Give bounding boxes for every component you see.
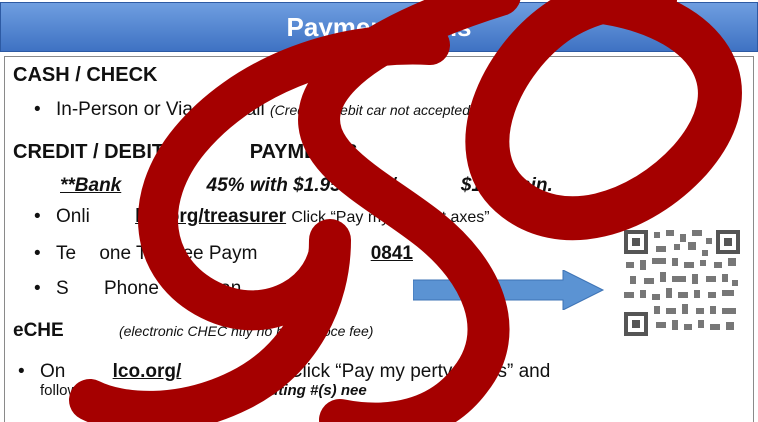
credit-debit-heading-lead: CREDIT / DEBIT bbox=[13, 141, 165, 163]
echeck-online-item: • On lco.org/ rer - Click “Pay my perty T… bbox=[18, 361, 550, 383]
bullet-icon: • bbox=[34, 99, 41, 120]
card-fee-mid: 45% with $1.95 min. / bbox=[206, 175, 396, 196]
echeck-online-prefix: On bbox=[40, 361, 66, 382]
phone-number-link[interactable]: 0841 bbox=[371, 243, 413, 264]
bullet-icon: • bbox=[34, 206, 41, 227]
credit-debit-heading-tail: PAYMENTS bbox=[249, 141, 358, 163]
card-online-item: • Onli lco.org/treasurer Click “Pay my Pr… bbox=[34, 206, 490, 228]
echeck-follow-line: follow ount & routing #(s) nee bbox=[40, 382, 367, 399]
credit-debit-heading: CREDIT / DEBIT PAYMENTS bbox=[13, 141, 358, 164]
echeck-online-action: - Click “Pay my perty Taxes” and bbox=[277, 361, 551, 382]
echeck-heading-label: eCHE bbox=[13, 320, 64, 341]
card-qr-prefix: S bbox=[56, 278, 69, 299]
bullet-icon: • bbox=[18, 361, 25, 382]
card-qr-item: • S Phone QR Scan bbox=[34, 278, 241, 300]
cash-item: • In-Person or Via US Mail (Credit or deb… bbox=[34, 99, 475, 121]
cash-check-heading: CASH / CHECK bbox=[13, 64, 158, 86]
qr-code-icon[interactable] bbox=[622, 228, 742, 338]
echeck-treasurer-link-start[interactable]: lco.org/ bbox=[113, 361, 182, 382]
bullet-icon: • bbox=[34, 243, 41, 264]
card-phone-label: one Toll-free Paym bbox=[99, 243, 258, 264]
right-arrow-icon bbox=[413, 270, 605, 310]
header-title: Paymen ptions bbox=[286, 11, 472, 42]
echeck-heading: eCHE (electronic CHEC ntly no bank proce… bbox=[13, 320, 373, 342]
bullet-icon: • bbox=[34, 278, 41, 299]
card-online-action: Click “Pay my Propert axes” bbox=[291, 209, 490, 226]
treasurer-link[interactable]: lco.org/treasurer bbox=[135, 206, 286, 227]
echeck-follow-prefix: follow bbox=[40, 382, 79, 399]
card-phone-item: • Te one Toll-free Paym 0841 bbox=[34, 243, 413, 265]
echeck-note: (electronic CHEC ntly no bank proce fee) bbox=[118, 323, 374, 339]
echeck-treasurer-link-end[interactable]: rer bbox=[247, 361, 272, 382]
card-fee-lead: **Bank bbox=[60, 175, 122, 196]
cash-item-note: (Credit or debit car not accepted) bbox=[270, 102, 475, 118]
echeck-follow-tail: ount & routing #(s) nee bbox=[202, 382, 367, 399]
card-fee-note: **Bank 45% with $1.95 min. / $1.00 min. bbox=[60, 175, 553, 197]
payment-options-header: Paymen ptions bbox=[0, 2, 758, 52]
card-phone-prefix: Te bbox=[56, 243, 77, 264]
card-fee-tail: $1.00 min. bbox=[460, 175, 553, 196]
cash-item-label: In-Person or Via US Mail bbox=[56, 99, 265, 120]
card-qr-label: Phone QR Scan bbox=[103, 278, 242, 299]
card-online-prefix: Onli bbox=[56, 206, 90, 227]
